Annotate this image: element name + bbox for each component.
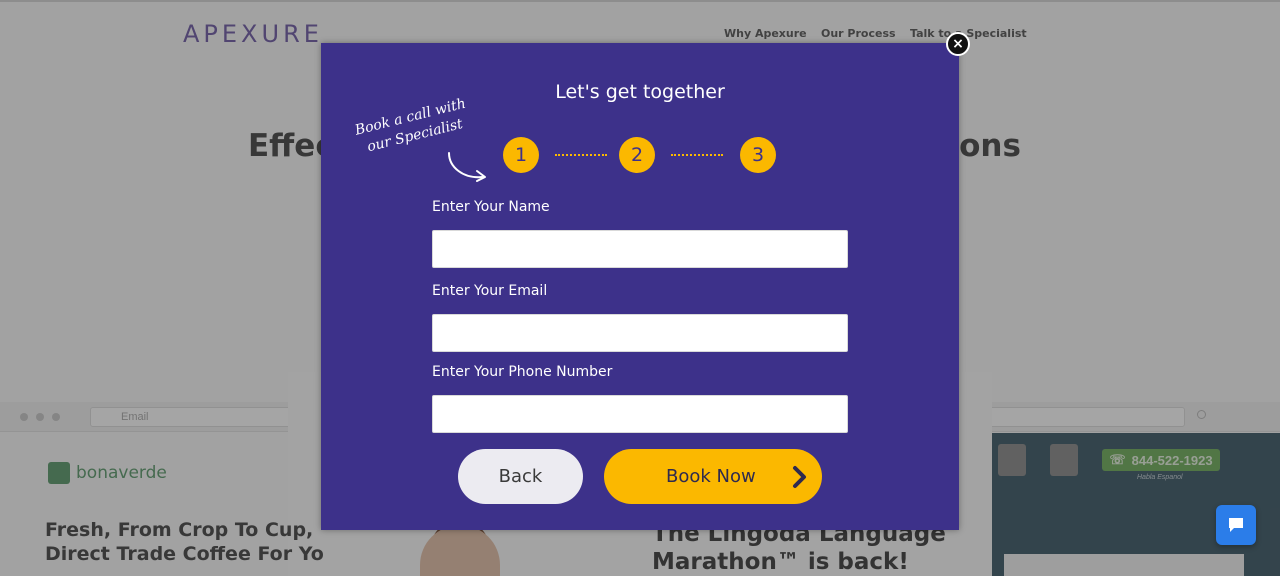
name-label: Enter Your Name [432, 199, 550, 215]
modal-title: Let's get together [555, 81, 725, 103]
name-field[interactable] [432, 230, 848, 268]
chat-bubble-icon [1229, 518, 1243, 532]
book-now-button[interactable]: Book Now [604, 449, 822, 504]
phone-field[interactable] [432, 395, 848, 433]
email-field[interactable] [432, 314, 848, 352]
step-connector [555, 154, 607, 156]
chat-button[interactable] [1216, 505, 1256, 545]
chevron-right-icon [793, 466, 806, 488]
back-label: Back [498, 466, 543, 487]
close-icon: × [952, 36, 964, 52]
phone-label: Enter Your Phone Number [432, 364, 613, 380]
step-connector [671, 154, 723, 156]
book-now-label: Book Now [666, 466, 756, 487]
email-label: Enter Your Email [432, 283, 548, 299]
curved-arrow-icon [448, 152, 486, 182]
step-1: 1 [503, 137, 539, 173]
step-3: 3 [740, 137, 776, 173]
back-button[interactable]: Back [458, 449, 583, 504]
booking-modal: Let's get together Book a call with our … [321, 43, 959, 530]
close-button[interactable]: × [946, 32, 970, 56]
step-2: 2 [619, 137, 655, 173]
